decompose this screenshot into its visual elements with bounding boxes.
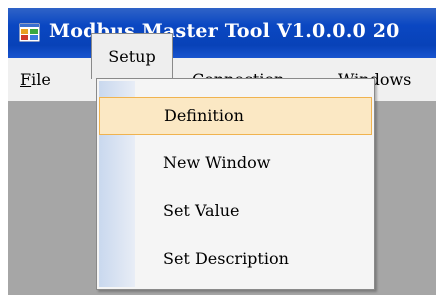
setup-dropdown-menu: Definition New Window Set Value Set Desc… <box>96 78 375 290</box>
menu-file-mnemonic: F <box>20 70 32 89</box>
menu-setup[interactable]: Setup <box>91 33 173 79</box>
menu-item-definition[interactable]: Definition <box>99 97 372 135</box>
menu-file[interactable]: File <box>20 58 51 101</box>
menu-setup-label: Setup <box>108 47 156 66</box>
menu-item-new-window-label: New Window <box>163 153 271 172</box>
menu-item-set-value[interactable]: Set Value <box>99 193 372 231</box>
menu-item-set-description-label: Set Description <box>163 249 289 268</box>
menu-item-set-value-label: Set Value <box>163 201 240 220</box>
menu-item-new-window[interactable]: New Window <box>99 145 372 183</box>
menu-item-set-description[interactable]: Set Description <box>99 241 372 279</box>
app-icon <box>19 23 40 42</box>
menu-file-rest: ile <box>31 70 51 89</box>
title-bar[interactable]: Modbus Master Tool V1.0.0.0 20 <box>8 8 436 58</box>
menu-item-definition-label: Definition <box>164 106 244 125</box>
